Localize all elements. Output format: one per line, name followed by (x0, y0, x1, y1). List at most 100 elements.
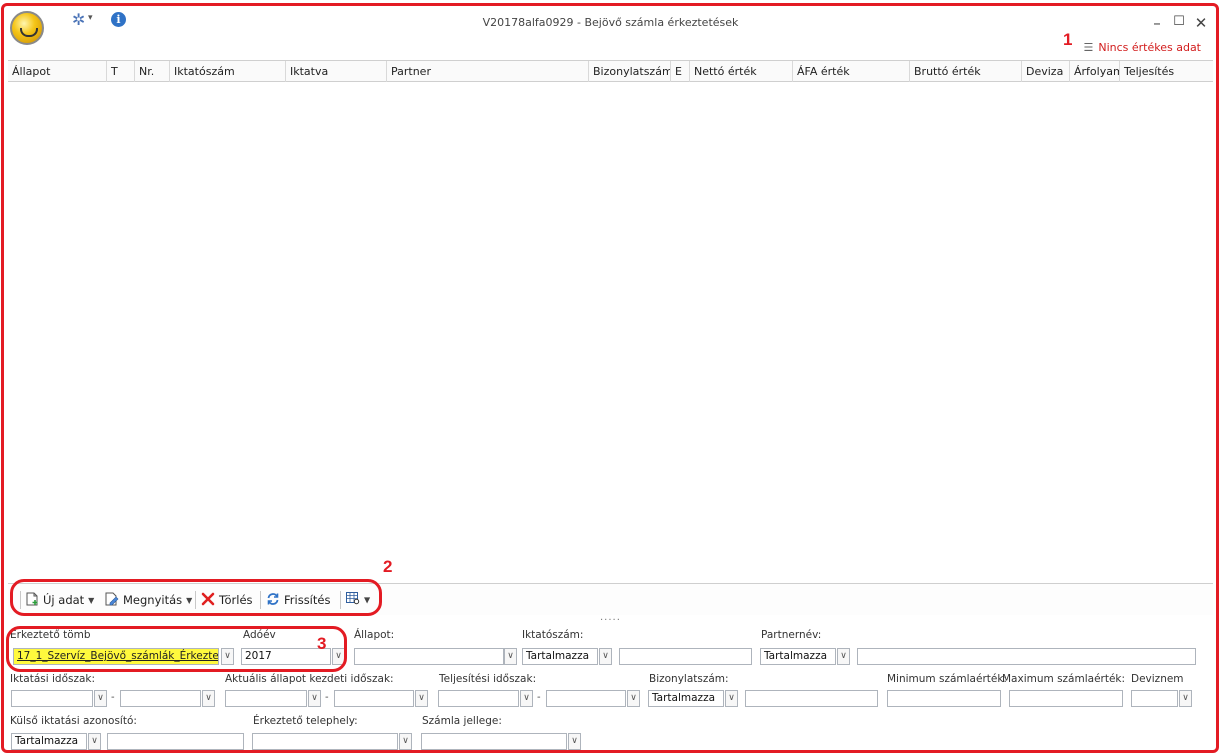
erkezteto-tomb-label: Érkeztető tömb (10, 629, 91, 641)
min-szamlaertek-input[interactable] (887, 690, 1001, 707)
column-header-nr[interactable]: Nr. (134, 61, 169, 82)
telephely-select[interactable] (252, 733, 398, 750)
layout-button[interactable]: ▼ (346, 592, 370, 608)
column-header-teljesites[interactable]: Teljesítés (1119, 61, 1213, 82)
chevron-down-icon[interactable]: ▼ (364, 596, 370, 605)
toolbar-separator (340, 591, 341, 609)
bizonylatszam-label: Bizonylatszám: (649, 673, 729, 685)
chevron-down-icon[interactable]: ∨ (94, 690, 107, 707)
minimize-button[interactable]: – (1149, 14, 1165, 32)
iktatasi-idoszak-label: Iktatási időszak: (10, 673, 96, 685)
chevron-down-icon[interactable]: ∨ (627, 690, 640, 707)
chevron-down-icon[interactable]: ▼ (186, 596, 192, 605)
kulso-azonosito-input[interactable] (107, 733, 244, 750)
delete-x-icon (201, 592, 215, 609)
chevron-down-icon[interactable]: ∨ (221, 648, 234, 665)
aktualis-allapot-to[interactable] (334, 690, 414, 707)
window-title: V20178alfa0929 - Bejövő számla érkezteté… (482, 16, 739, 29)
column-header-iktatva[interactable]: Iktatva (285, 61, 386, 82)
maximize-button[interactable]: ☐ (1171, 14, 1187, 29)
deviznem-label: Deviznem (1131, 673, 1184, 685)
kulso-azonosito-mode-select[interactable]: Tartalmazza (11, 733, 87, 750)
chevron-down-icon[interactable]: ∨ (88, 733, 101, 750)
teljesitesi-idoszak-to[interactable] (546, 690, 626, 707)
range-dash: - (111, 692, 115, 703)
toolbar: Új adat ▼ Megnyitás ▼ Törlés Frissítés ▼ (8, 583, 1213, 615)
column-header-afa[interactable]: ÁFA érték (792, 61, 909, 82)
range-dash: - (325, 692, 329, 703)
partnernev-label: Partnernév: (761, 629, 822, 641)
refresh-icon (266, 592, 280, 609)
column-header-brutto[interactable]: Bruttó érték (909, 61, 1021, 82)
column-header-iktatoszam[interactable]: Iktatószám (169, 61, 285, 82)
annotation-number-2: 2 (383, 557, 393, 576)
grid-layout-icon (346, 592, 360, 608)
grid-header: Állapot T Nr. Iktatószám Iktatva Partner… (8, 60, 1213, 82)
close-button[interactable]: ✕ (1193, 14, 1209, 32)
iktatasi-idoszak-from[interactable] (11, 690, 93, 707)
partnernev-input[interactable] (857, 648, 1196, 665)
max-szamlaertek-label: Maximum számlaérték: (1002, 673, 1126, 685)
chevron-down-icon[interactable]: ▼ (88, 596, 94, 605)
chevron-down-icon[interactable]: ∨ (568, 733, 581, 750)
aktualis-allapot-from[interactable] (225, 690, 307, 707)
delete-button[interactable]: Törlés (201, 592, 253, 609)
iktatasi-idoszak-to[interactable] (120, 690, 201, 707)
column-header-partner[interactable]: Partner (386, 61, 588, 82)
open-button[interactable]: Megnyitás ▼ (105, 592, 192, 609)
chevron-down-icon[interactable]: ∨ (332, 648, 345, 665)
no-data-label: Nincs értékes adat (1098, 41, 1201, 54)
chevron-down-icon[interactable]: ∨ (415, 690, 428, 707)
chevron-down-icon[interactable]: ∨ (504, 648, 517, 665)
column-header-allapot[interactable]: Állapot (8, 61, 106, 82)
bizonylatszam-mode-select[interactable]: Tartalmazza (648, 690, 724, 707)
chevron-down-icon[interactable]: ∨ (837, 648, 850, 665)
new-button-label: Új adat (43, 593, 85, 607)
column-header-netto[interactable]: Nettó érték (689, 61, 792, 82)
new-button[interactable]: Új adat ▼ (26, 592, 94, 609)
chevron-down-icon[interactable]: ∨ (399, 733, 412, 750)
toolbar-separator (260, 591, 261, 609)
aktualis-allapot-label: Aktuális állapot kezdeti időszak: (225, 673, 394, 685)
chevron-down-icon[interactable]: ∨ (725, 690, 738, 707)
annotation-number-1: 1 (1063, 30, 1073, 49)
edit-document-icon (105, 592, 119, 609)
toolbar-separator (195, 591, 196, 609)
teljesitesi-idoszak-label: Teljesítési időszak: (439, 673, 537, 685)
annotation-number-3: 3 (317, 634, 327, 653)
column-header-bizonylatszam[interactable]: Bizonylatszám (588, 61, 670, 82)
allapot-select[interactable] (354, 648, 504, 665)
refresh-button[interactable]: Frissítés (266, 592, 330, 609)
chevron-down-icon[interactable]: ∨ (520, 690, 533, 707)
new-document-icon (26, 592, 39, 609)
szamla-jellege-select[interactable] (421, 733, 567, 750)
allapot-label: Állapot: (354, 629, 395, 641)
column-header-e[interactable]: E (670, 61, 689, 82)
max-szamlaertek-input[interactable] (1009, 690, 1123, 707)
delete-button-label: Törlés (219, 593, 253, 607)
grid-body[interactable] (8, 82, 1213, 582)
column-header-deviza[interactable]: Deviza (1021, 61, 1069, 82)
telephely-label: Érkeztető telephely: (253, 715, 358, 727)
chevron-down-icon[interactable]: ∨ (599, 648, 612, 665)
iktatoszam-input[interactable] (619, 648, 752, 665)
szamla-jellege-label: Számla jellege: (422, 715, 502, 727)
partnernev-mode-select[interactable]: Tartalmazza (760, 648, 836, 665)
deviznem-select[interactable] (1131, 690, 1178, 707)
splitter-handle[interactable]: ..... (600, 612, 621, 623)
chevron-down-icon[interactable]: ∨ (308, 690, 321, 707)
erkezteto-tomb-select[interactable]: 17_1_Szervíz_Bejövő_számlák_Érkeztető (13, 648, 219, 665)
toolbar-separator (20, 591, 21, 609)
column-header-t[interactable]: T (106, 61, 134, 82)
iktatoszam-mode-select[interactable]: Tartalmazza (522, 648, 598, 665)
iktatoszam-label: Iktatószám: (522, 629, 584, 641)
chevron-down-icon[interactable]: ∨ (202, 690, 215, 707)
teljesitesi-idoszak-from[interactable] (438, 690, 519, 707)
range-dash: - (537, 692, 541, 703)
bizonylatszam-input[interactable] (745, 690, 878, 707)
column-header-arfolyam[interactable]: Árfolyam (1069, 61, 1119, 82)
chevron-down-icon[interactable]: ∨ (1179, 690, 1192, 707)
no-data-indicator[interactable]: ☰ Nincs értékes adat (1083, 41, 1201, 54)
hamburger-icon: ☰ (1083, 41, 1094, 54)
min-szamlaertek-label: Minimum számlaérték: (887, 673, 1007, 685)
